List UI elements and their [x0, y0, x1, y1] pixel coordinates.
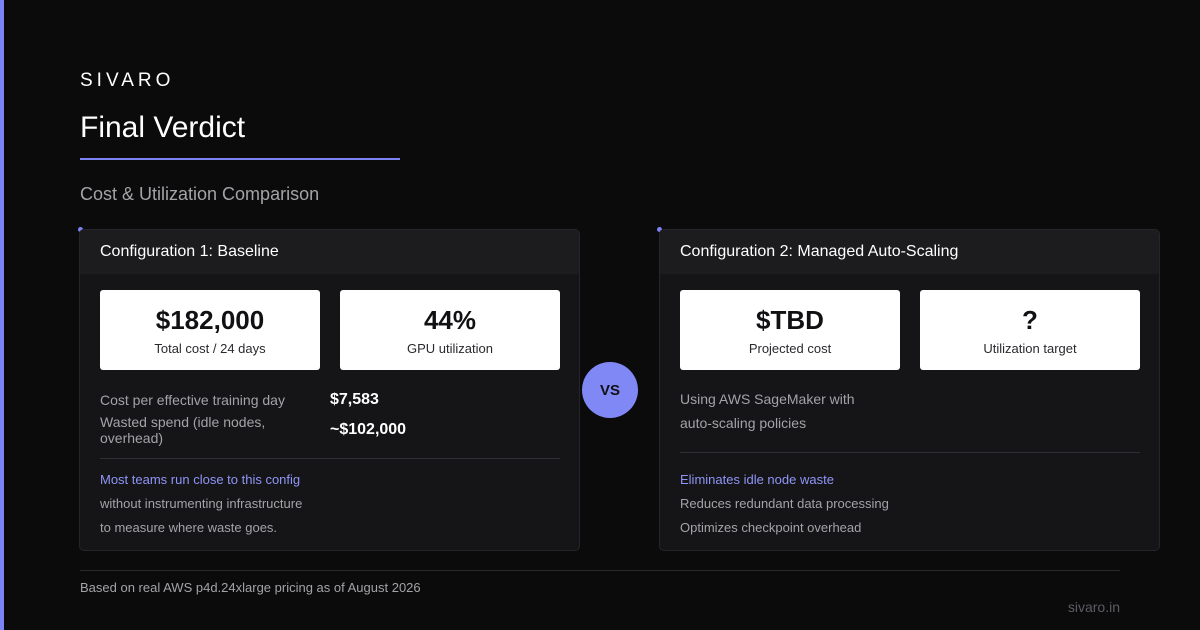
metric-value: ~$102,000: [330, 421, 407, 438]
brand-logo: SIVARO: [80, 70, 175, 91]
metric-row: Cost per effective training day $7,583: [100, 385, 560, 415]
page-title: Final Verdict: [80, 111, 246, 144]
stat-gpu-utilization: 44% GPU utilization: [340, 290, 560, 370]
footer-note: Based on real AWS p4d.24xlarge pricing a…: [80, 580, 421, 595]
card-divider: [100, 458, 560, 459]
stat-value: 44%: [423, 304, 477, 335]
config1-card: Configuration 1: Baseline $182,000 Total…: [79, 229, 580, 551]
note-highlight: Eliminates idle node waste: [680, 472, 834, 487]
stat-label: Utilization target: [983, 340, 1077, 356]
metric-value: $7,583: [330, 391, 379, 408]
card-divider: [680, 452, 1140, 453]
footer-site-link[interactable]: sivaro.in: [1068, 599, 1120, 615]
config2-notes: Eliminates idle node waste Reduces redun…: [680, 468, 889, 540]
metric-row: Wasted spend (idle nodes, overhead) ~$10…: [100, 414, 560, 446]
config2-stats: $TBD Projected cost ? Utilization target: [680, 290, 1140, 370]
config2-description: Using AWS SageMaker with auto-scaling po…: [680, 387, 900, 435]
config1-notes: Most teams run close to this config with…: [100, 468, 302, 540]
title-underline: [80, 158, 400, 160]
stat-value: ?: [1022, 304, 1038, 335]
slide: SIVARO Final Verdict Cost & Utilization …: [0, 0, 1200, 630]
stat-utilization-target: ? Utilization target: [920, 290, 1140, 370]
stat-label: Total cost / 24 days: [154, 340, 266, 356]
stat-value: $TBD: [756, 304, 824, 335]
stat-value: $182,000: [155, 304, 265, 335]
stat-label: Projected cost: [748, 340, 832, 356]
note-text: without instrumenting infrastructure: [100, 496, 303, 511]
description-line: Using AWS SageMaker with: [680, 391, 855, 407]
stat-projected-cost: $TBD Projected cost: [680, 290, 900, 370]
config2-card: Configuration 2: Managed Auto-Scaling $T…: [659, 229, 1160, 551]
stat-label: GPU utilization: [407, 340, 493, 356]
config1-heading: Configuration 1: Baseline: [80, 230, 579, 274]
metric-label: Wasted spend (idle nodes, overhead): [100, 414, 266, 446]
page-subtitle: Cost & Utilization Comparison: [80, 184, 320, 204]
note-text: Reduces redundant data processing: [680, 496, 889, 511]
config1-metrics: Cost per effective training day $7,583 W…: [100, 385, 560, 446]
footer-divider: [80, 570, 1120, 571]
metric-label: Cost per effective training day: [100, 392, 285, 408]
config1-stats: $182,000 Total cost / 24 days 44% GPU ut…: [100, 290, 560, 370]
note-text: to measure where waste goes.: [100, 520, 278, 535]
note-text: Optimizes checkpoint overhead: [680, 520, 862, 535]
note-highlight: Most teams run close to this config: [100, 472, 301, 487]
stat-total-cost: $182,000 Total cost / 24 days: [100, 290, 320, 370]
config2-heading: Configuration 2: Managed Auto-Scaling: [660, 230, 1159, 274]
description-line: auto-scaling policies: [680, 415, 807, 431]
vs-badge: VS: [582, 362, 638, 418]
accent-bar: [0, 0, 4, 630]
